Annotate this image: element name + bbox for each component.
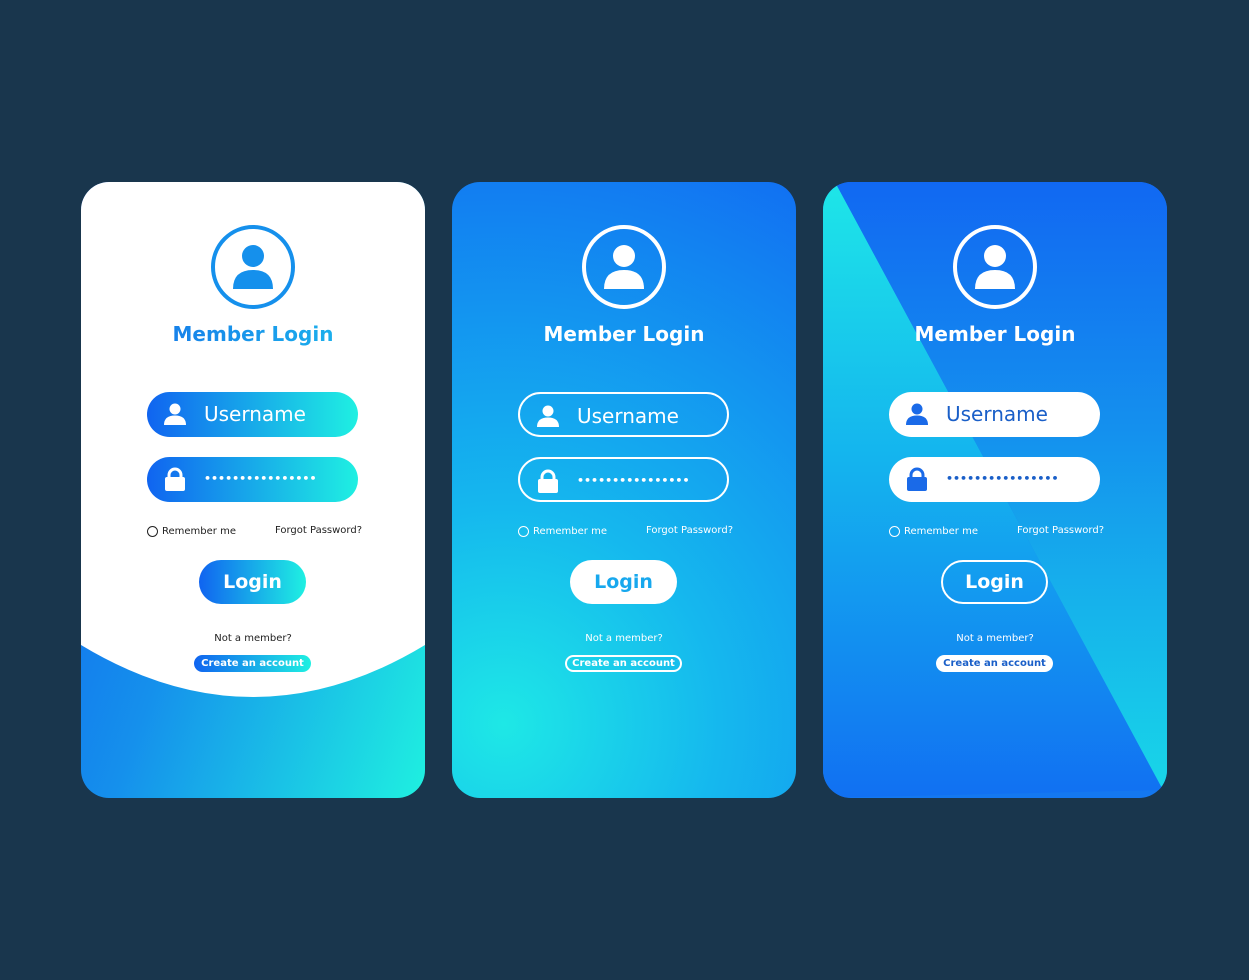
login-card-white: Member Login Username •••••••••••••••• R… xyxy=(81,182,425,798)
login-button[interactable]: Login xyxy=(199,560,306,604)
username-input[interactable]: Username xyxy=(147,392,358,437)
password-input[interactable]: •••••••••••••••• xyxy=(889,457,1100,502)
forgot-password-link[interactable]: Forgot Password? xyxy=(275,525,362,536)
user-avatar-icon xyxy=(604,245,644,289)
remember-me-label: Remember me xyxy=(162,526,236,537)
login-button[interactable]: Login xyxy=(941,560,1048,604)
login-card-diagonal: Member Login Username •••••••••••••••• R… xyxy=(823,182,1167,798)
radio-circle-icon[interactable] xyxy=(518,526,529,537)
password-mask: •••••••••••••••• xyxy=(946,472,1059,485)
avatar xyxy=(953,225,1037,309)
page-title: Member Login xyxy=(543,322,705,346)
remember-me-checkbox[interactable]: Remember me xyxy=(889,526,978,537)
lock-icon xyxy=(907,467,927,491)
username-placeholder: Username xyxy=(946,402,1048,426)
not-member-text: Not a member? xyxy=(214,633,292,644)
login-button[interactable]: Login xyxy=(570,560,677,604)
password-mask: •••••••••••••••• xyxy=(204,472,317,485)
radio-circle-icon[interactable] xyxy=(889,526,900,537)
user-avatar-icon xyxy=(233,245,273,289)
remember-me-label: Remember me xyxy=(904,526,978,537)
avatar xyxy=(211,225,295,309)
remember-me-label: Remember me xyxy=(533,526,607,537)
create-account-button[interactable]: Create an account xyxy=(194,655,311,672)
avatar xyxy=(582,225,666,309)
forgot-password-link[interactable]: Forgot Password? xyxy=(1017,525,1104,536)
not-member-text: Not a member? xyxy=(585,633,663,644)
create-account-button[interactable]: Create an account xyxy=(936,655,1053,672)
user-icon xyxy=(537,405,559,427)
page-title: Member Login xyxy=(914,322,1076,346)
password-input[interactable]: •••••••••••••••• xyxy=(518,457,729,502)
user-avatar-icon xyxy=(975,245,1015,289)
username-placeholder: Username xyxy=(577,404,679,428)
remember-me-checkbox[interactable]: Remember me xyxy=(147,526,236,537)
remember-me-checkbox[interactable]: Remember me xyxy=(518,526,607,537)
not-member-text: Not a member? xyxy=(956,633,1034,644)
user-icon xyxy=(164,403,186,425)
radio-circle-icon[interactable] xyxy=(147,526,158,537)
username-input[interactable]: Username xyxy=(889,392,1100,437)
login-card-gradient: Member Login Username •••••••••••••••• R… xyxy=(452,182,796,798)
lock-icon xyxy=(165,467,185,491)
password-mask: •••••••••••••••• xyxy=(577,474,690,487)
username-placeholder: Username xyxy=(204,402,306,426)
username-input[interactable]: Username xyxy=(518,392,729,437)
password-input[interactable]: •••••••••••••••• xyxy=(147,457,358,502)
user-icon xyxy=(906,403,928,425)
page-title: Member Login xyxy=(81,322,425,346)
lock-icon xyxy=(538,469,558,493)
create-account-button[interactable]: Create an account xyxy=(565,655,682,672)
forgot-password-link[interactable]: Forgot Password? xyxy=(646,525,733,536)
